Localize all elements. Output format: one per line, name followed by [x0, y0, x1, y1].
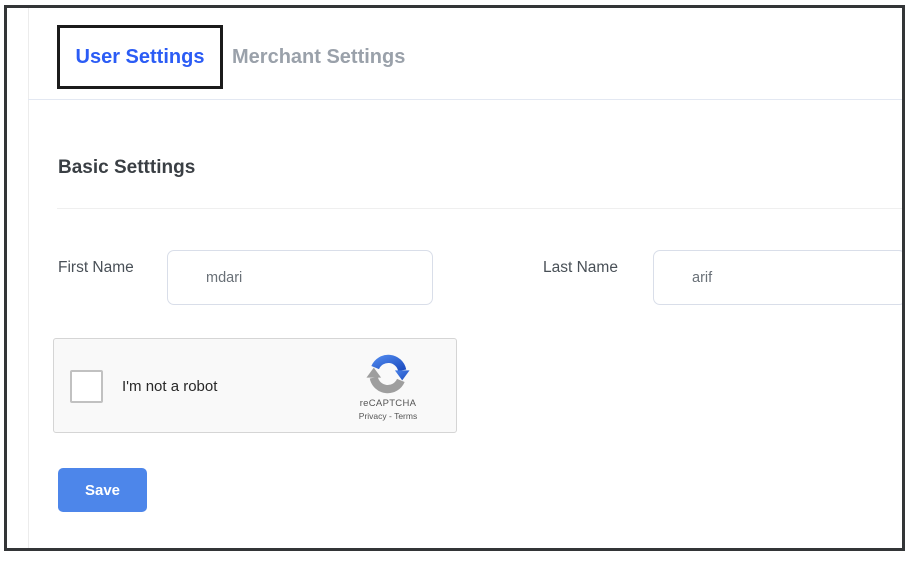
recaptcha-brand: reCAPTCHA Privacy - Terms: [342, 352, 434, 421]
save-button[interactable]: Save: [58, 468, 147, 512]
last-name-label: Last Name: [543, 259, 618, 277]
card-left-border: [28, 8, 29, 548]
recaptcha-checkbox-label: I'm not a robot: [122, 378, 217, 395]
tab-merchant-settings[interactable]: Merchant Settings: [232, 25, 405, 89]
screenshot-frame: User Settings Merchant Settings Basic Se…: [4, 5, 905, 551]
recaptcha-brand-name: reCAPTCHA: [342, 398, 434, 409]
first-name-input[interactable]: [167, 250, 433, 305]
section-title: Basic Setttings: [58, 157, 195, 179]
recaptcha-checkbox[interactable]: [70, 370, 103, 403]
recaptcha-logo-icon: [366, 352, 410, 396]
section-divider: [57, 208, 902, 209]
recaptcha-widget: I'm not a robot reCAPTCHA Privacy - Term…: [53, 338, 457, 433]
highlight-box: User Settings: [57, 25, 223, 89]
last-name-input[interactable]: [653, 250, 905, 305]
tab-bar-divider: [28, 99, 902, 100]
tab-user-settings[interactable]: User Settings: [76, 46, 205, 69]
recaptcha-privacy-terms-links[interactable]: Privacy - Terms: [342, 411, 434, 421]
first-name-label: First Name: [58, 259, 134, 277]
